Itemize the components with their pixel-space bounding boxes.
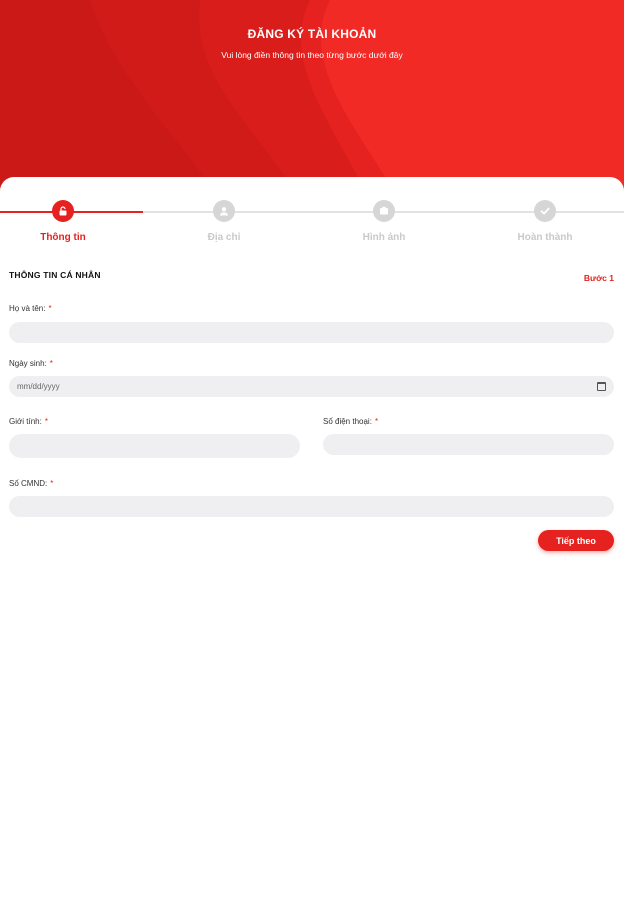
gender-select[interactable] bbox=[9, 434, 300, 458]
birthdate-input[interactable]: mm/dd/yyyy bbox=[9, 376, 614, 397]
hero-banner: ĐĂNG KÝ TÀI KHOẢN Vui lòng điền thông ti… bbox=[0, 0, 624, 200]
progress-stepper: Thông tin Địa chỉ Hình ảnh Hoàn thành bbox=[0, 200, 624, 250]
step-label: Hoàn thành bbox=[517, 232, 573, 243]
phone-label: Số điện thoại: * bbox=[323, 417, 379, 426]
user-icon bbox=[213, 200, 235, 222]
required-asterisk: * bbox=[50, 479, 54, 488]
step-label: Hình ảnh bbox=[362, 232, 406, 243]
full-name-input[interactable] bbox=[9, 322, 614, 343]
step-images[interactable]: Hình ảnh bbox=[314, 200, 454, 243]
required-asterisk: * bbox=[49, 359, 53, 368]
next-button[interactable]: Tiếp theo bbox=[538, 530, 614, 551]
step-address[interactable]: Địa chỉ bbox=[154, 200, 294, 243]
check-icon bbox=[534, 200, 556, 222]
required-asterisk: * bbox=[48, 304, 52, 313]
birthdate-placeholder: mm/dd/yyyy bbox=[17, 382, 60, 391]
required-asterisk: * bbox=[374, 417, 379, 426]
page-title: ĐĂNG KÝ TÀI KHOẢN bbox=[247, 27, 377, 41]
step-label: Thông tin bbox=[40, 232, 86, 243]
phone-input[interactable] bbox=[323, 434, 614, 455]
section-title: THÔNG TIN CÁ NHÂN bbox=[9, 270, 101, 280]
calendar-icon[interactable] bbox=[597, 382, 606, 391]
lock-icon bbox=[52, 200, 74, 222]
page-subtitle: Vui lòng điền thông tin theo từng bước d… bbox=[221, 50, 403, 60]
gender-label: Giới tính: * bbox=[9, 417, 48, 426]
step-counter: Bước 1 bbox=[583, 273, 614, 283]
step-complete[interactable]: Hoàn thành bbox=[475, 200, 615, 243]
step-info[interactable]: Thông tin bbox=[0, 200, 133, 243]
full-name-label: Họ và tên: * bbox=[9, 304, 52, 313]
required-asterisk: * bbox=[44, 417, 48, 426]
form-card bbox=[0, 177, 624, 900]
birthdate-label: Ngày sinh: * bbox=[9, 359, 53, 368]
id-number-label: Số CMND: * bbox=[9, 479, 54, 488]
image-icon bbox=[373, 200, 395, 222]
step-label: Địa chỉ bbox=[207, 232, 241, 243]
id-number-input[interactable] bbox=[9, 496, 614, 517]
